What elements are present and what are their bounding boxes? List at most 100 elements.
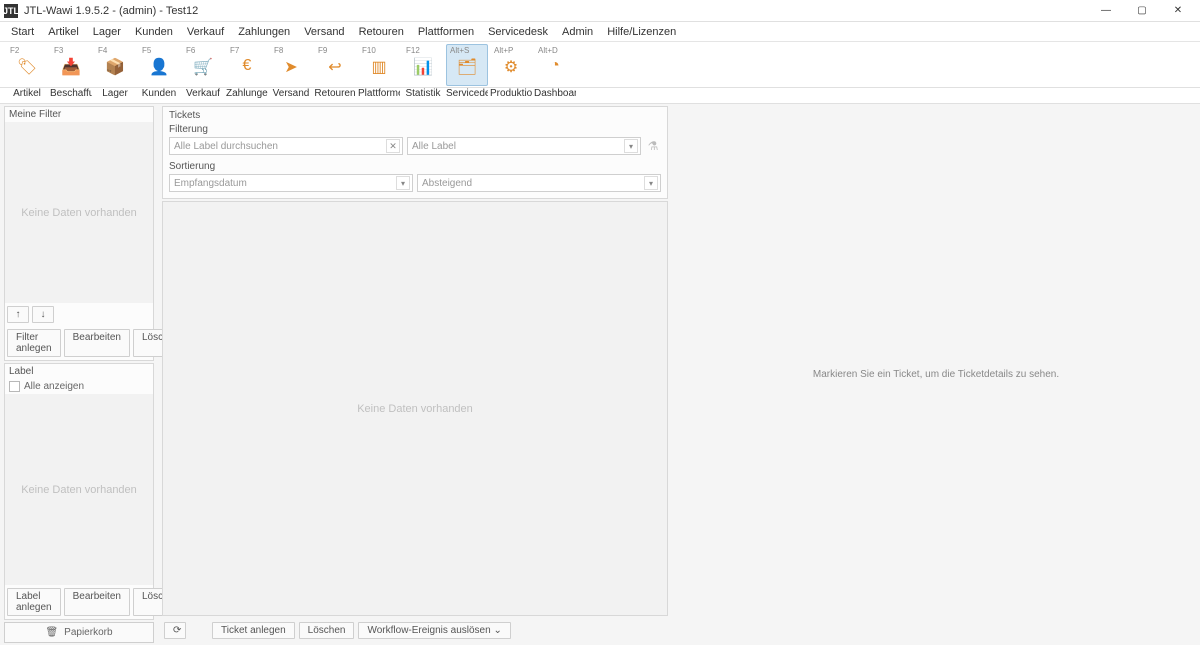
create-label-button[interactable]: Label anlegen — [7, 588, 61, 616]
labels-title: Label — [5, 364, 153, 379]
toolbar-label-produktion: Produktion — [490, 88, 532, 103]
toolbar-labels: ArtikelBeschaffungLagerKundenVerkaufZahl… — [0, 88, 1200, 104]
toolbar-statistik[interactable]: F12📊 — [402, 44, 444, 86]
chevron-down-icon: ▾ — [644, 176, 658, 190]
retouren-icon: ↩ — [328, 57, 341, 77]
labels-empty: Keine Daten vorhanden — [5, 394, 153, 585]
lager-icon: 📦 — [105, 57, 125, 77]
beschaffung-icon: 📥 — [61, 57, 81, 77]
show-all-label: Alle anzeigen — [24, 381, 84, 392]
toolbar-label-retouren: Retouren — [314, 88, 356, 103]
trash-icon: 🗑 — [45, 627, 58, 638]
verkauf-icon: 🛒 — [193, 57, 213, 77]
toolbar-label-servicedesk: Servicedesk — [446, 88, 488, 103]
menu-retouren[interactable]: Retouren — [352, 24, 411, 40]
left-column: Meine Filter Keine Daten vorhanden ↑ ↓ F… — [0, 104, 158, 645]
menu-lager[interactable]: Lager — [86, 24, 128, 40]
menu-servicedesk[interactable]: Servicedesk — [481, 24, 555, 40]
label-search-input[interactable]: Alle Label durchsuchen ✕ — [169, 137, 403, 155]
toolbar-kunden[interactable]: F5👤 — [138, 44, 180, 86]
refresh-button[interactable]: ⟳ — [164, 622, 186, 639]
toolbar-label-lager: Lager — [94, 88, 136, 103]
menu-verkauf[interactable]: Verkauf — [180, 24, 231, 40]
edit-label-button[interactable]: Bearbeiten — [64, 588, 130, 616]
toolbar-zahlungen[interactable]: F7€ — [226, 44, 268, 86]
toolbar-produktion[interactable]: Alt+P⚙ — [490, 44, 532, 86]
sort-direction-dropdown[interactable]: Absteigend ▾ — [417, 174, 661, 192]
toolbar-label-verkauf: Verkauf — [182, 88, 224, 103]
toolbar: F2🏷F3📥F4📦F5👤F6🛒F7€F8➤F9↩F10▥F12📊Alt+S🗂Al… — [0, 42, 1200, 88]
filter-icon[interactable]: ⚗ — [645, 137, 661, 155]
trash-button[interactable]: 🗑 Papierkorb — [4, 622, 154, 643]
labels-panel: Label Alle anzeigen Keine Daten vorhande… — [4, 363, 154, 620]
toolbar-label-dashboard: Dashboard — [534, 88, 576, 103]
my-filters-empty: Keine Daten vorhanden — [5, 122, 153, 303]
ticket-list: Keine Daten vorhanden — [162, 201, 668, 616]
details-hint: Markieren Sie ein Ticket, um die Ticketd… — [813, 369, 1059, 380]
my-filters-panel: Meine Filter Keine Daten vorhanden ↑ ↓ F… — [4, 106, 154, 361]
tickets-group: Tickets Filterung Alle Label durchsuchen… — [162, 106, 668, 199]
toolbar-label-versand: Versand — [270, 88, 312, 103]
trash-label: Papierkorb — [64, 627, 112, 638]
toolbar-dashboard[interactable]: Alt+D◔ — [534, 44, 576, 86]
workflow-button[interactable]: Workflow-Ereignis auslösen ⌄ — [358, 622, 510, 639]
tickets-title: Tickets — [169, 110, 661, 121]
artikel-icon: 🏷 — [17, 57, 37, 77]
chevron-down-icon: ▾ — [624, 139, 638, 153]
filter-down-button[interactable]: ↓ — [32, 306, 54, 323]
sort-field-dropdown[interactable]: Empfangsdatum ▾ — [169, 174, 413, 192]
toolbar-artikel[interactable]: F2🏷 — [6, 44, 48, 86]
toolbar-versand[interactable]: F8➤ — [270, 44, 312, 86]
window-title: JTL-Wawi 1.9.5.2 - (admin) - Test12 — [24, 5, 1088, 17]
plattformen-icon: ▥ — [371, 57, 386, 77]
servicedesk-icon: 🗂 — [457, 57, 477, 77]
toolbar-beschaffung[interactable]: F3📥 — [50, 44, 92, 86]
sort-field-value: Empfangsdatum — [174, 178, 247, 189]
checkbox-icon — [9, 381, 20, 392]
my-filters-title: Meine Filter — [5, 107, 153, 122]
toolbar-label-artikel: Artikel — [6, 88, 48, 103]
ticket-actions: ⟳ Ticket anlegen Löschen Workflow-Ereign… — [162, 618, 668, 643]
toolbar-label-plattformen: Plattformen — [358, 88, 400, 103]
search-placeholder: Alle Label durchsuchen — [174, 141, 278, 152]
toolbar-label-zahlungen: Zahlungen — [226, 88, 268, 103]
menu-start[interactable]: Start — [4, 24, 41, 40]
create-ticket-button[interactable]: Ticket anlegen — [212, 622, 295, 639]
edit-filter-button[interactable]: Bearbeiten — [64, 329, 130, 357]
sort-direction-value: Absteigend — [422, 178, 472, 189]
toolbar-plattformen[interactable]: F10▥ — [358, 44, 400, 86]
label-dropdown-value: Alle Label — [412, 141, 456, 152]
menu-artikel[interactable]: Artikel — [41, 24, 86, 40]
produktion-icon: ⚙ — [504, 57, 518, 77]
toolbar-label-kunden: Kunden — [138, 88, 180, 103]
zahlungen-icon: € — [243, 57, 252, 75]
versand-icon: ➤ — [284, 57, 297, 77]
toolbar-servicedesk[interactable]: Alt+S🗂 — [446, 44, 488, 86]
toolbar-retouren[interactable]: F9↩ — [314, 44, 356, 86]
menu-admin[interactable]: Admin — [555, 24, 600, 40]
create-filter-button[interactable]: Filter anlegen — [7, 329, 61, 357]
menu-versand[interactable]: Versand — [297, 24, 351, 40]
label-dropdown[interactable]: Alle Label ▾ — [407, 137, 641, 155]
ticket-list-empty: Keine Daten vorhanden — [163, 202, 667, 615]
clear-search-icon[interactable]: ✕ — [386, 139, 400, 153]
minimize-button[interactable]: — — [1088, 1, 1124, 21]
sort-section-title: Sortierung — [169, 161, 661, 172]
toolbar-verkauf[interactable]: F6🛒 — [182, 44, 224, 86]
details-pane: Markieren Sie ein Ticket, um die Ticketd… — [672, 104, 1200, 645]
filter-section-title: Filterung — [169, 124, 661, 135]
menu-plattformen[interactable]: Plattformen — [411, 24, 481, 40]
delete-ticket-button[interactable]: Löschen — [299, 622, 355, 639]
menu-hilfelizenzen[interactable]: Hilfe/Lizenzen — [600, 24, 683, 40]
toolbar-lager[interactable]: F4📦 — [94, 44, 136, 86]
kunden-icon: 👤 — [149, 57, 169, 77]
show-all-checkbox[interactable]: Alle anzeigen — [5, 379, 153, 394]
menu-zahlungen[interactable]: Zahlungen — [231, 24, 297, 40]
toolbar-label-statistik: Statistik — [402, 88, 444, 103]
middle-column: Tickets Filterung Alle Label durchsuchen… — [158, 104, 672, 645]
maximize-button[interactable]: ▢ — [1124, 1, 1160, 21]
filter-up-button[interactable]: ↑ — [7, 306, 29, 323]
close-button[interactable]: ✕ — [1160, 1, 1196, 21]
menu-kunden[interactable]: Kunden — [128, 24, 180, 40]
titlebar: JTL JTL-Wawi 1.9.5.2 - (admin) - Test12 … — [0, 0, 1200, 22]
